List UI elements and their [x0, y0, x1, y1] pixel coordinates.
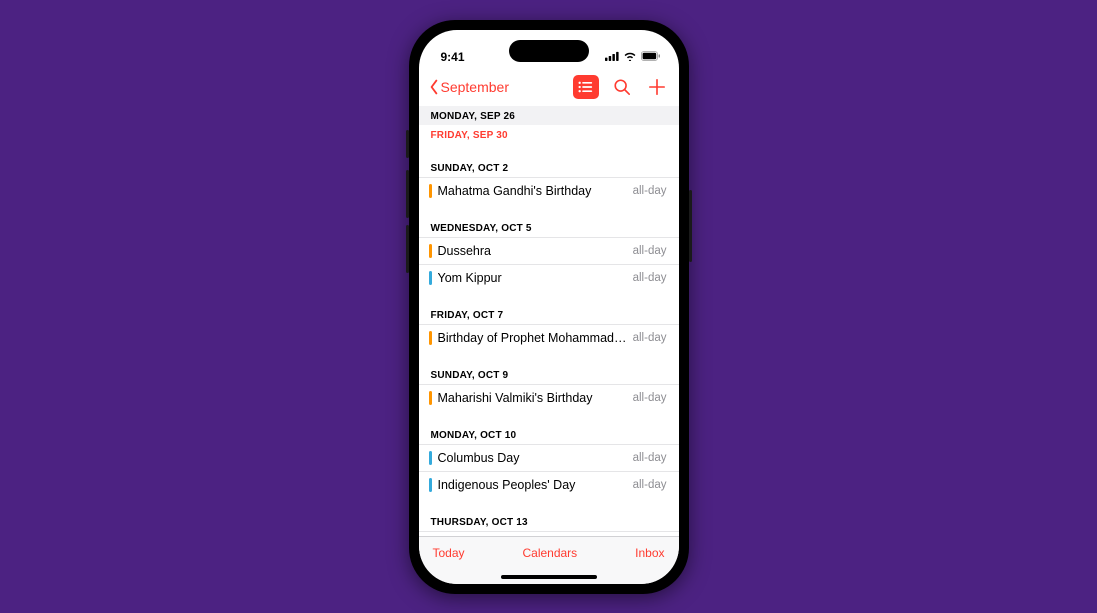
date-header: MONDAY, SEP 26: [419, 106, 679, 125]
event-row[interactable]: Columbus Day all-day: [419, 444, 679, 471]
event-title: Yom Kippur: [438, 271, 627, 285]
volume-down-button: [406, 225, 409, 273]
calendar-color-bar: [429, 244, 432, 258]
plus-icon: [648, 78, 666, 96]
side-button: [406, 130, 409, 158]
battery-icon: [641, 50, 661, 64]
event-row[interactable]: Karva Chauthall-day: [419, 531, 679, 536]
volume-up-button: [406, 170, 409, 218]
event-row[interactable]: Mahatma Gandhi's Birthday all-day: [419, 177, 679, 204]
date-header: MONDAY, OCT 10: [419, 425, 679, 444]
event-title: Columbus Day: [438, 451, 627, 465]
calendar-color-bar: [429, 184, 432, 198]
back-label: September: [441, 79, 509, 95]
event-title: Mahatma Gandhi's Birthday: [438, 184, 627, 198]
list-view-toggle[interactable]: [573, 75, 599, 99]
search-icon: [613, 78, 631, 96]
date-header: SUNDAY, OCT 9: [419, 365, 679, 384]
phone-frame: 9:41 September: [409, 20, 689, 594]
event-row[interactable]: Maharishi Valmiki's Birthday all-day: [419, 384, 679, 411]
event-time: all-day: [633, 332, 667, 344]
event-title: Maharishi Valmiki's Birthday: [438, 391, 627, 405]
event-title: Dussehra: [438, 244, 627, 258]
back-button[interactable]: September: [429, 79, 573, 95]
date-header: FRIDAY, SEP 30: [419, 125, 679, 144]
event-title: Birthday of Prophet Mohammad (PBUH): [438, 331, 627, 345]
search-button[interactable]: [610, 75, 634, 99]
calendars-button[interactable]: Calendars: [522, 546, 577, 560]
calendar-color-bar: [429, 331, 432, 345]
calendar-color-bar: [429, 391, 432, 405]
date-header: WEDNESDAY, OCT 5: [419, 218, 679, 237]
calendar-color-bar: [429, 451, 432, 465]
event-time: all-day: [633, 479, 667, 491]
date-header: THURSDAY, OCT 13: [419, 512, 679, 531]
event-time: all-day: [633, 185, 667, 197]
power-button: [689, 190, 692, 262]
event-time: all-day: [633, 392, 667, 404]
event-row[interactable]: Yom Kippur all-day: [419, 264, 679, 291]
event-list[interactable]: MONDAY, SEP 26FRIDAY, SEP 30 SUNDAY, OCT …: [419, 106, 679, 536]
event-row[interactable]: Indigenous Peoples' Day all-day: [419, 471, 679, 498]
signal-icon: [605, 50, 619, 64]
date-header: FRIDAY, OCT 7: [419, 305, 679, 324]
screen: 9:41 September: [419, 30, 679, 584]
dynamic-island: [509, 40, 589, 62]
add-event-button[interactable]: [645, 75, 669, 99]
event-time: all-day: [633, 245, 667, 257]
date-header: SUNDAY, OCT 2: [419, 158, 679, 177]
calendar-color-bar: [429, 478, 432, 492]
event-row[interactable]: Dussehra all-day: [419, 237, 679, 264]
event-time: all-day: [633, 272, 667, 284]
event-row[interactable]: Birthday of Prophet Mohammad (PBUH) all-d…: [419, 324, 679, 351]
nav-bar: September: [419, 72, 679, 106]
bottom-toolbar: Today Calendars Inbox: [419, 536, 679, 570]
home-indicator-area: [419, 570, 679, 584]
today-button[interactable]: Today: [433, 546, 465, 560]
inbox-button[interactable]: Inbox: [635, 546, 664, 560]
event-time: all-day: [633, 452, 667, 464]
calendar-color-bar: [429, 271, 432, 285]
home-indicator[interactable]: [501, 575, 597, 579]
status-time: 9:41: [441, 50, 465, 64]
list-icon: [578, 81, 593, 93]
chevron-left-icon: [429, 79, 439, 95]
event-title: Indigenous Peoples' Day: [438, 478, 627, 492]
wifi-icon: [623, 50, 637, 64]
